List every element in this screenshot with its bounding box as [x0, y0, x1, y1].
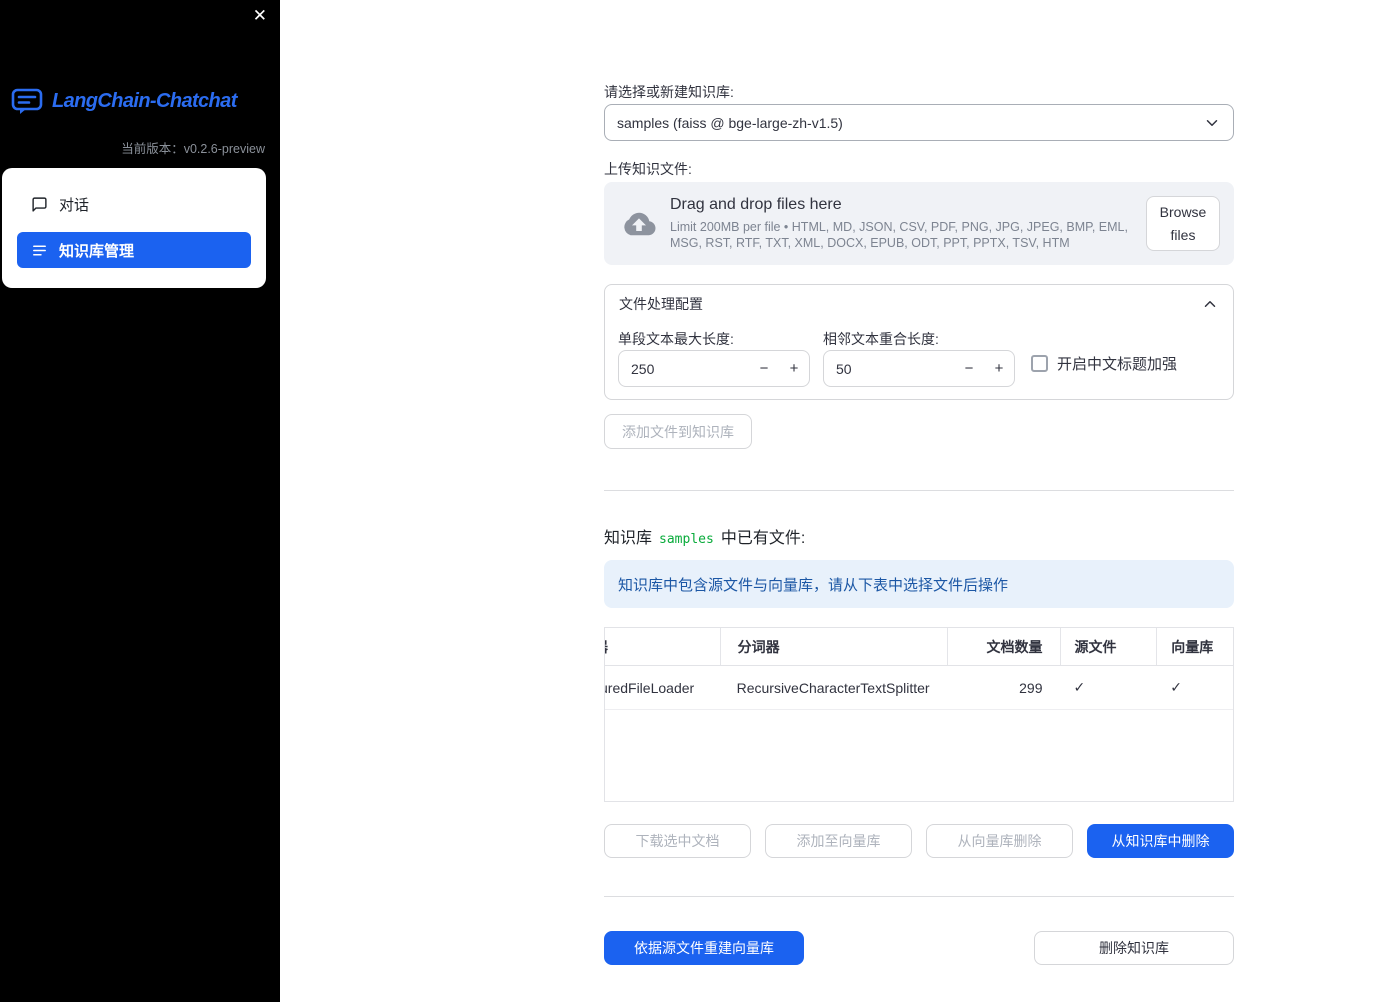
- version-label: 当前版本：v0.2.6-preview: [121, 142, 265, 156]
- column-header-splitter[interactable]: 分词器: [719, 628, 947, 665]
- upload-label: 上传知识文件:: [604, 161, 692, 177]
- kb-select-value: samples (faiss @ bge-large-zh-v1.5): [617, 114, 843, 131]
- kb-files-heading: 知识库 samples 中已有文件:: [604, 524, 805, 548]
- zh-title-enhance-checkbox[interactable]: 开启中文标题加强: [1031, 353, 1177, 374]
- kb-select[interactable]: samples (faiss @ bge-large-zh-v1.5): [604, 104, 1234, 141]
- add-to-vectorstore-button[interactable]: 添加至向量库: [765, 824, 912, 858]
- files-table[interactable]: 器 分词器 文档数量 源文件 向量库 uredFileLoader Recurs…: [604, 627, 1234, 802]
- checkbox-label: 开启中文标题加强: [1057, 356, 1178, 373]
- sidebar-item-label: 知识库管理: [59, 242, 135, 260]
- dropzone-title: Drag and drop files here: [670, 195, 842, 213]
- kb-list-icon: [31, 242, 48, 259]
- table-row[interactable]: uredFileLoader RecursiveCharacterTextSpl…: [605, 666, 1233, 710]
- kb-files-prefix: 知识库: [604, 530, 653, 547]
- overlap-value: 50: [836, 360, 852, 377]
- plus-stepper[interactable]: +: [984, 360, 1014, 377]
- overlap-input[interactable]: 50 − +: [823, 350, 1015, 387]
- download-selected-button[interactable]: 下载选中文档: [604, 824, 751, 858]
- column-header-doc-count[interactable]: 文档数量: [946, 628, 1060, 665]
- checkbox-box[interactable]: [1031, 355, 1048, 372]
- browse-files-button[interactable]: Browse files: [1146, 196, 1220, 251]
- kb-name-code: samples: [659, 532, 714, 547]
- dropzone-text: Drag and drop files here Limit 200MB per…: [656, 196, 1146, 252]
- overlap-label: 相邻文本重合长度:: [823, 331, 939, 347]
- sidebar: ✕ LangChain-Chatchat 当前版本：v0.2.6-preview: [0, 0, 280, 1002]
- file-actions: 下载选中文档 添加至向量库 从向量库删除 从知识库中删除: [604, 824, 1234, 858]
- kb-select-label: 请选择或新建知识库:: [604, 84, 734, 100]
- minus-stepper[interactable]: −: [749, 360, 779, 377]
- minus-stepper[interactable]: −: [954, 360, 984, 377]
- sidebar-item-kb-management[interactable]: 知识库管理: [17, 232, 251, 268]
- divider: [604, 490, 1234, 491]
- chevron-up-icon: [1201, 295, 1219, 313]
- max-length-value: 250: [631, 360, 655, 377]
- info-banner: 知识库中包含源文件与向量库，请从下表中选择文件后操作: [604, 560, 1234, 608]
- file-dropzone[interactable]: Drag and drop files here Limit 200MB per…: [604, 182, 1234, 265]
- cell-vector-check: ✓: [1170, 679, 1182, 695]
- cell-source-check: ✓: [1073, 679, 1086, 695]
- kb-files-suffix: 中已有文件:: [720, 530, 806, 547]
- chat-bubble-icon: [31, 196, 48, 213]
- divider: [604, 896, 1234, 897]
- add-files-button[interactable]: 添加文件到知识库: [604, 414, 752, 449]
- sidebar-item-label: 对话: [59, 196, 90, 214]
- cell-doc-count: 299: [1019, 679, 1043, 696]
- logo: LangChain-Chatchat: [11, 88, 265, 115]
- plus-stepper[interactable]: +: [779, 360, 809, 377]
- rebuild-vectorstore-button[interactable]: 依据源文件重建向量库: [604, 931, 804, 965]
- cell-loader: uredFileLoader: [605, 679, 695, 696]
- sidebar-item-dialogue[interactable]: 对话: [17, 186, 251, 222]
- chevron-down-icon: [1203, 114, 1221, 132]
- table-header: 器 分词器 文档数量 源文件 向量库: [605, 628, 1233, 666]
- expander-header[interactable]: 文件处理配置: [605, 285, 1233, 322]
- column-header-vector[interactable]: 向量库: [1156, 628, 1233, 665]
- app-root: ✕ LangChain-Chatchat 当前版本：v0.2.6-preview: [0, 0, 1380, 1002]
- dropzone-hint: Limit 200MB per file • HTML, MD, JSON, C…: [670, 219, 1128, 250]
- sidebar-menu: 对话 知识库管理: [2, 168, 266, 288]
- info-text: 知识库中包含源文件与向量库，请从下表中选择文件后操作: [618, 576, 1009, 594]
- max-length-input[interactable]: 250 − +: [618, 350, 810, 387]
- logo-chat-icon: [11, 88, 43, 115]
- main-content: 请选择或新建知识库: samples (faiss @ bge-large-zh…: [280, 0, 1380, 1002]
- delete-from-kb-button[interactable]: 从知识库中删除: [1087, 824, 1234, 858]
- column-header-source[interactable]: 源文件: [1059, 628, 1157, 665]
- max-length-label: 单段文本最大长度:: [618, 331, 734, 347]
- delete-from-vectorstore-button[interactable]: 从向量库删除: [926, 824, 1073, 858]
- logo-text: LangChain-Chatchat: [52, 90, 237, 112]
- delete-kb-button[interactable]: 删除知识库: [1034, 931, 1234, 965]
- cloud-upload-icon: [622, 210, 656, 238]
- cell-splitter: RecursiveCharacterTextSplitter: [736, 679, 930, 696]
- file-config-expander: 文件处理配置 单段文本最大长度: 相邻文本重合长度: 250 − + 50 − …: [604, 284, 1234, 400]
- sidebar-close-icon[interactable]: ✕: [253, 7, 267, 24]
- expander-title: 文件处理配置: [619, 295, 703, 312]
- column-header-loader[interactable]: 器: [605, 628, 720, 665]
